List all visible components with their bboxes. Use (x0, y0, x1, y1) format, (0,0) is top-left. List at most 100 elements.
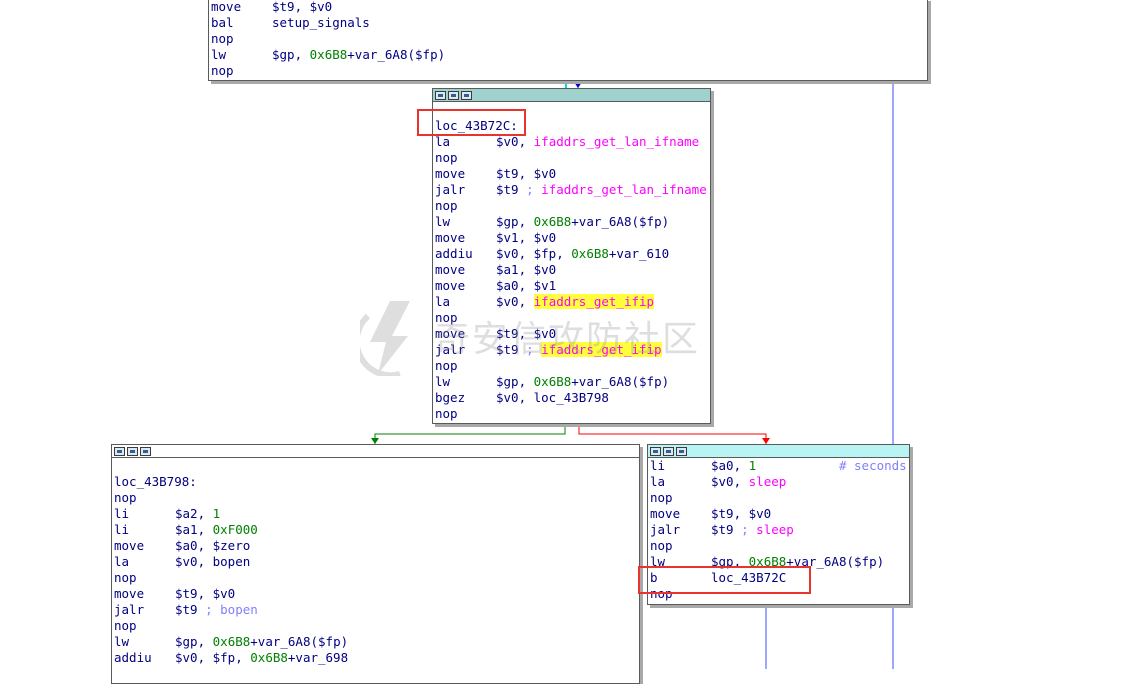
operand: $v0, $fp, (496, 246, 572, 261)
code-line[interactable]: jalr $t9 ; bopen (114, 602, 639, 618)
code-line[interactable]: nop (211, 63, 927, 79)
number-operand: 0x6B8 (533, 374, 572, 389)
comment: ; bopen (205, 602, 258, 617)
code-line[interactable]: nop (435, 310, 710, 326)
block-color-icon[interactable] (114, 446, 125, 456)
code-line[interactable]: li $a1, 0xF000 (114, 522, 639, 538)
operand: $a1, $v0 (496, 262, 557, 277)
mnemonic: move (114, 538, 145, 553)
mnemonic: nop (114, 570, 137, 585)
code-line[interactable]: bgez $v0, loc_43B798 (435, 390, 710, 406)
code-line[interactable]: la $v0, ifaddrs_get_ifip (435, 294, 710, 310)
mnemonic: move (435, 166, 466, 181)
mnemonic: lw (211, 47, 227, 62)
block-list-icon[interactable] (140, 446, 151, 456)
edge-true (374, 424, 566, 444)
code-line[interactable]: nop (435, 406, 710, 422)
code-block-top[interactable]: move $t9, $v0 bal setup_signals nop lw $gp, 0x… (208, 0, 928, 81)
mnemonic: nop (650, 538, 673, 553)
code-line[interactable]: move $t9, $v0 (435, 166, 710, 182)
operand: $gp, (175, 634, 213, 649)
mnemonic: move (435, 326, 466, 341)
edge-false (578, 424, 767, 444)
code-label[interactable]: loc_43B798: (114, 474, 639, 490)
code-line[interactable]: nop (435, 198, 710, 214)
code-line[interactable]: nop (650, 538, 909, 554)
mnemonic: li (114, 522, 130, 537)
block-color-icon[interactable] (650, 446, 661, 456)
code-line[interactable]: li $a0, 1 # seconds (650, 458, 909, 474)
code-line[interactable]: move $a1, $v0 (435, 262, 710, 278)
mnemonic: addiu (114, 650, 152, 665)
block-titlebar[interactable] (648, 445, 909, 458)
operand: $v0, loc_43B798 (496, 390, 609, 405)
code-line[interactable]: lw $gp, 0x6B8+var_6A8($fp) (435, 374, 710, 390)
code-line[interactable]: la $v0, bopen (114, 554, 639, 570)
operand: $t9 (496, 342, 527, 357)
code-line[interactable]: move $a0, $zero (114, 538, 639, 554)
mnemonic: nop (650, 490, 673, 505)
mnemonic: jalr (114, 602, 145, 617)
code-line[interactable]: jalr $t9 ; ifaddrs_get_lan_ifname (435, 182, 710, 198)
mnemonic: lw (435, 374, 451, 389)
block-titlebar[interactable] (433, 89, 710, 102)
operand: $a1, (175, 522, 213, 537)
operand: $v0, (496, 294, 534, 309)
code-line[interactable]: move $t9, $v0 (211, 0, 927, 15)
code-line[interactable]: nop (211, 31, 927, 47)
block-graph-icon[interactable] (448, 90, 459, 100)
code-line[interactable]: lw $gp, 0x6B8+var_6A8($fp) (435, 214, 710, 230)
block-graph-icon[interactable] (663, 446, 674, 456)
operand: $a2, (175, 506, 213, 521)
block-titlebar[interactable] (112, 445, 639, 458)
comment: ; (526, 342, 542, 357)
block-graph-icon[interactable] (127, 446, 138, 456)
operand: $t9 (175, 602, 206, 617)
code-line[interactable]: bal setup_signals (211, 15, 927, 31)
code-line[interactable]: addiu $v0, $fp, 0x6B8+var_610 (435, 246, 710, 262)
operand: $t9, $v0 (175, 586, 236, 601)
code-line[interactable]: move $t9, $v0 (435, 326, 710, 342)
function-name: ifaddrs_get_ifip (533, 294, 655, 309)
mnemonic: addiu (435, 246, 473, 261)
code-block-center-body: loc_43B72C: la $v0, ifaddrs_get_lan_ifname… (433, 102, 710, 422)
code-line[interactable]: move $a0, $v1 (435, 278, 710, 294)
code-line[interactable]: nop (435, 358, 710, 374)
block-color-icon[interactable] (435, 90, 446, 100)
code-block-loc-43b798[interactable]: loc_43B798: nop li $a2, 1 li $a1, 0xF000 move $… (111, 444, 640, 684)
code-line[interactable]: nop (114, 490, 639, 506)
mnemonic: la (114, 554, 130, 569)
mnemonic: li (650, 458, 666, 473)
number-operand: 0x6B8 (571, 246, 609, 261)
code-block-loc-43b72c[interactable]: loc_43B72C: la $v0, ifaddrs_get_lan_ifname… (432, 88, 711, 424)
block-list-icon[interactable] (676, 446, 687, 456)
mnemonic: move (435, 262, 466, 277)
function-name: sleep (756, 522, 794, 537)
code-line[interactable]: lw $gp, 0x6B8+var_6A8($fp) (211, 47, 927, 63)
highlight-box-branch (638, 566, 811, 594)
code-line[interactable]: la $v0, sleep (650, 474, 909, 490)
mnemonic: la (650, 474, 666, 489)
block-list-icon[interactable] (461, 90, 472, 100)
code-line[interactable]: jalr $t9 ; ifaddrs_get_ifip (435, 342, 710, 358)
code-line[interactable]: addiu $v0, $fp, 0x6B8+var_698 (114, 650, 639, 666)
code-line[interactable]: nop (435, 150, 710, 166)
code-line[interactable]: move $t9, $v0 (114, 586, 639, 602)
operand: $a0, $zero (175, 538, 251, 553)
function-name: ifaddrs_get_lan_ifname (533, 134, 700, 149)
code-line[interactable]: move $t9, $v0 (650, 506, 909, 522)
code-line[interactable]: nop (114, 570, 639, 586)
code-line[interactable]: jalr $t9 ; sleep (650, 522, 909, 538)
operand: $v1, $v0 (496, 230, 557, 245)
operand: $a0, (711, 458, 749, 473)
code-line[interactable]: li $a2, 1 (114, 506, 639, 522)
code-line[interactable]: nop (650, 490, 909, 506)
code-line[interactable]: la $v0, ifaddrs_get_lan_ifname (435, 134, 710, 150)
code-line[interactable]: move $v1, $v0 (435, 230, 710, 246)
mnemonic: nop (211, 63, 234, 78)
code-line[interactable]: lw $gp, 0x6B8+var_6A8($fp) (114, 634, 639, 650)
code-line[interactable]: nop (114, 618, 639, 634)
mnemonic: nop (435, 310, 458, 325)
mnemonic: la (435, 294, 451, 309)
operand: $v0, (711, 474, 749, 489)
